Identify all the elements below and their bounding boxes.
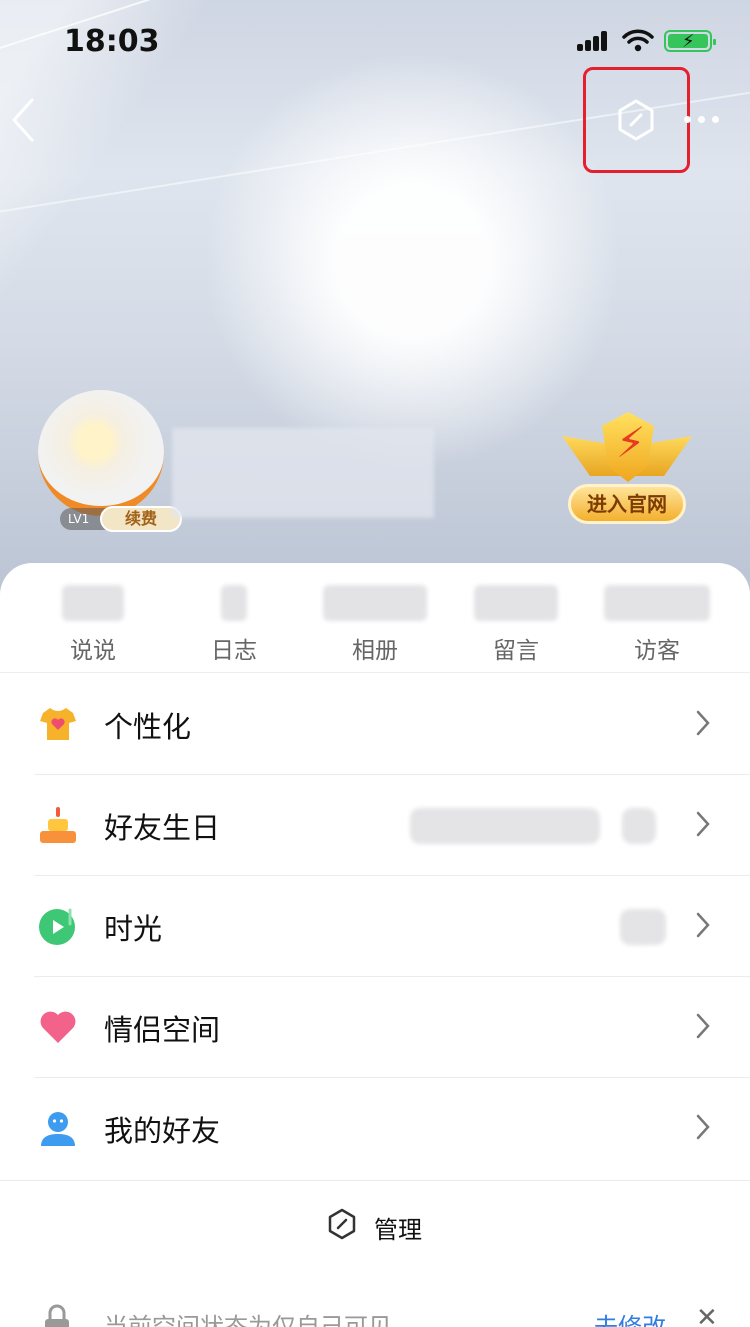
- menu-item-personalize[interactable]: 个性化: [0, 674, 750, 775]
- birthday-info-blurred: [410, 808, 600, 844]
- avatar[interactable]: [38, 390, 164, 516]
- stat-album[interactable]: 相册: [310, 585, 440, 665]
- stat-diary[interactable]: 日志: [169, 585, 299, 665]
- lock-icon: [45, 1304, 69, 1327]
- privacy-text: 当前空间状态为仅自己可见: [104, 1313, 392, 1327]
- cake-icon: [40, 807, 76, 843]
- stat-shuoshuo[interactable]: 说说: [28, 585, 158, 665]
- time-info-blurred: [620, 909, 666, 945]
- close-icon[interactable]: ✕: [696, 1303, 718, 1327]
- content-panel: 说说 日志 相册 留言 访客 个性化 好友生日 时光 情侣空间 我的好友 管理 …: [0, 563, 750, 1327]
- battery-icon: ⚡: [664, 30, 716, 52]
- chevron-right-icon: [696, 1114, 710, 1140]
- menu-item-couple-space[interactable]: 情侣空间: [0, 977, 750, 1078]
- wifi-icon: [622, 29, 654, 52]
- cellular-signal-icon: [577, 31, 607, 51]
- nickname-blurred: [172, 428, 434, 518]
- modify-link[interactable]: 去修改: [594, 1307, 666, 1327]
- privacy-notice: 当前空间状态为仅自己可见 去修改 ✕: [0, 1293, 750, 1327]
- profile-avatar-area[interactable]: LV1 续费: [38, 390, 182, 532]
- lightning-icon: ⚡: [616, 418, 646, 467]
- stat-messages[interactable]: 留言: [451, 585, 581, 665]
- more-icon[interactable]: [684, 112, 720, 128]
- menu-item-friend-birthday[interactable]: 好友生日: [0, 775, 750, 876]
- manage-button[interactable]: 管理: [326, 1208, 436, 1244]
- stat-visitors[interactable]: 访客: [592, 585, 722, 665]
- menu-item-my-friends[interactable]: 我的好友: [0, 1078, 750, 1179]
- chevron-right-icon: [696, 1013, 710, 1039]
- official-site-label: 进入官网: [568, 484, 686, 524]
- chevron-right-icon: [696, 912, 710, 938]
- divider: [0, 1180, 750, 1181]
- back-icon[interactable]: [8, 98, 38, 142]
- settings-hexagon-icon[interactable]: [612, 96, 660, 144]
- chevron-right-icon: [696, 811, 710, 837]
- chevron-right-icon: [696, 710, 710, 736]
- heart-icon: [40, 1011, 76, 1043]
- tshirt-heart-icon: [40, 708, 76, 740]
- renew-button[interactable]: 续费: [100, 506, 182, 532]
- stats-bar: 说说 日志 相册 留言 访客: [0, 563, 750, 673]
- friends-icon: [41, 1112, 75, 1146]
- time-play-icon: [39, 908, 75, 945]
- manage-hexagon-icon: [328, 1208, 356, 1240]
- official-site-button[interactable]: ⚡ 进入官网: [562, 406, 692, 528]
- menu-item-time[interactable]: 时光: [0, 876, 750, 977]
- status-time: 18:03: [64, 24, 160, 59]
